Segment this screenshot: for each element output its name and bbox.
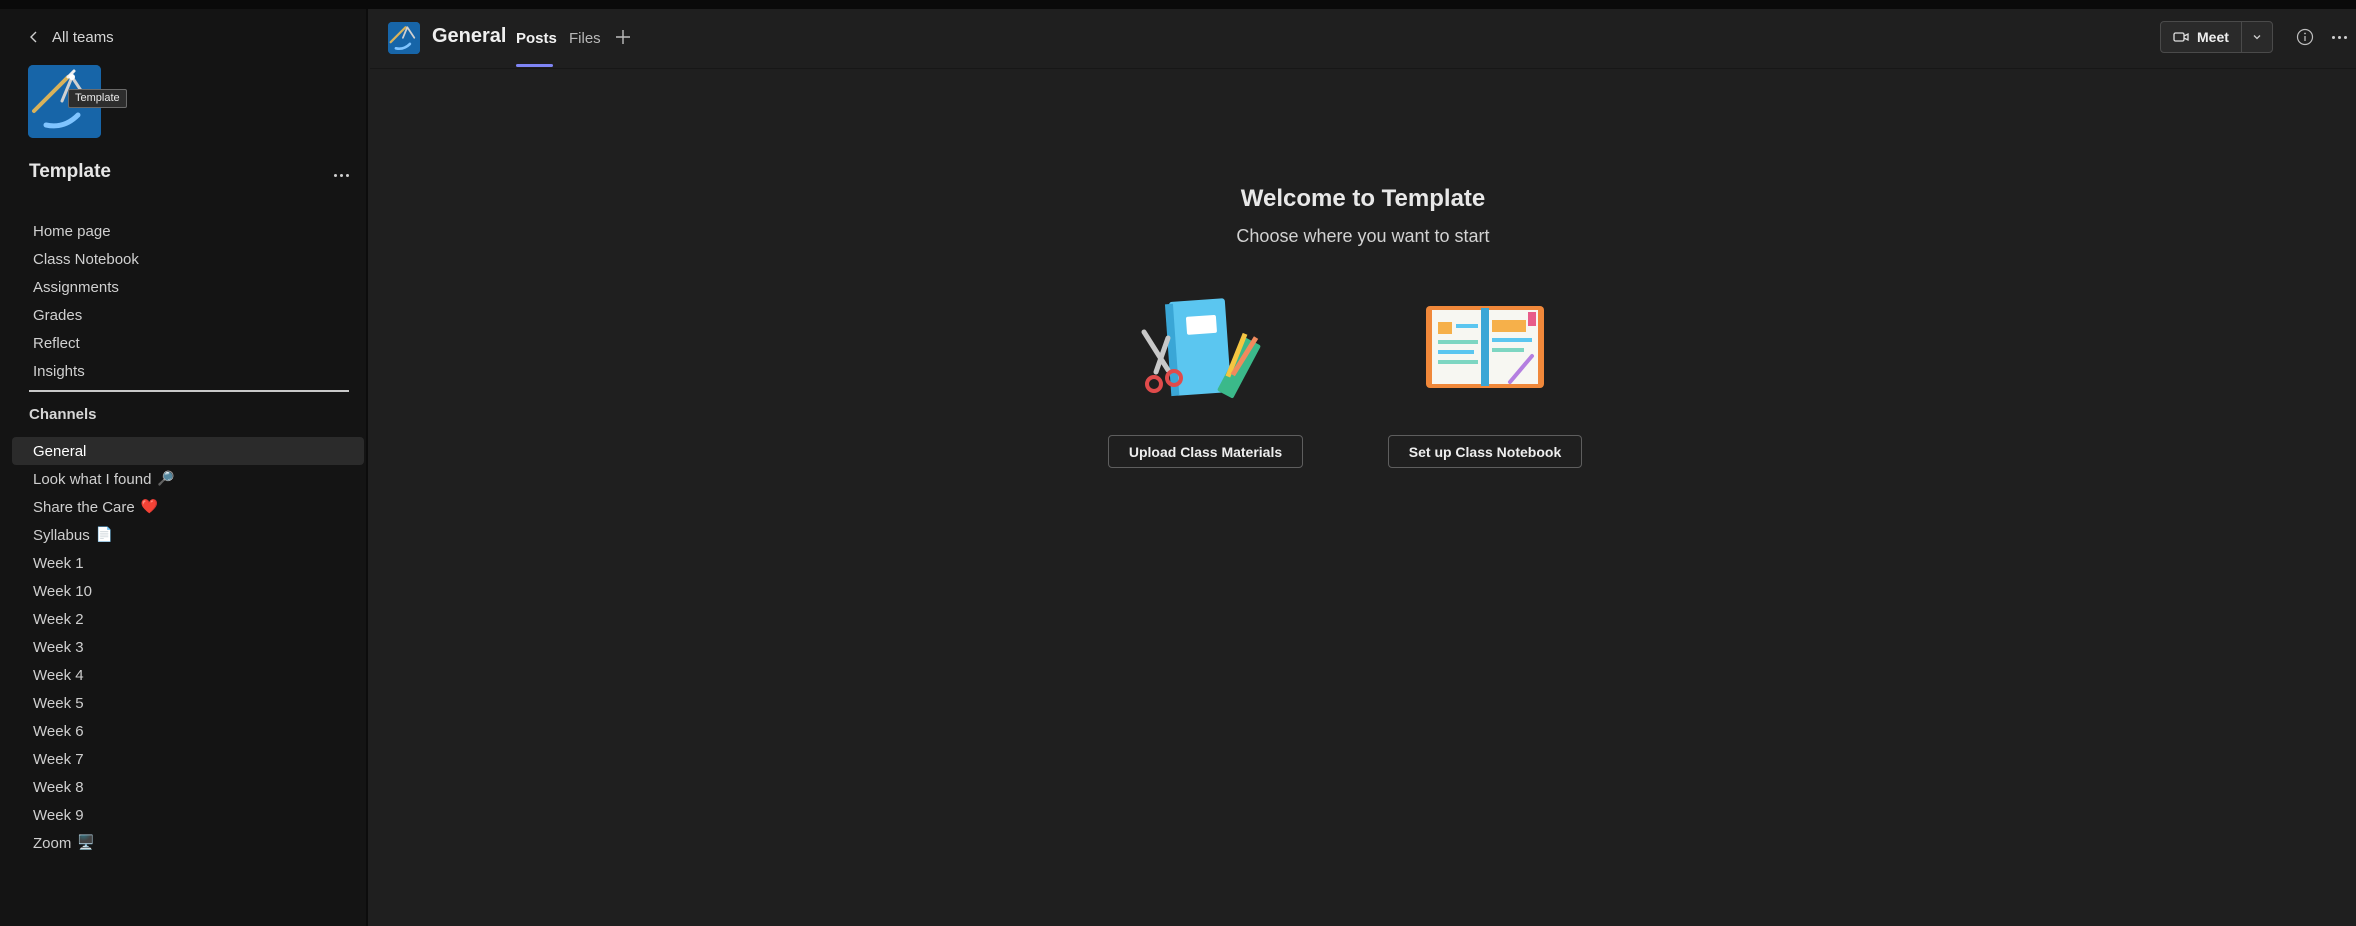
upload-class-materials-button[interactable]: Upload Class Materials: [1108, 435, 1303, 468]
meet-button[interactable]: Meet: [2161, 22, 2242, 52]
channel-item-share-the-care[interactable]: Share the Care ❤️: [12, 493, 364, 521]
channel-item-week-7[interactable]: Week 7: [12, 745, 364, 773]
channel-label: Week 9: [33, 806, 84, 824]
meet-button-group: Meet: [2160, 21, 2273, 53]
channel-item-week-1[interactable]: Week 1: [12, 549, 364, 577]
more-icon: [2331, 35, 2335, 39]
channel-label: Zoom: [33, 834, 72, 852]
setup-class-notebook-button[interactable]: Set up Class Notebook: [1388, 435, 1582, 468]
class-notebook-illustration: [1426, 306, 1544, 388]
team-name: Template: [29, 161, 112, 182]
channel-label: Week 7: [33, 750, 84, 768]
more-icon: [333, 173, 337, 177]
header-more-options-button[interactable]: [2328, 28, 2350, 46]
sidebar-divider: [29, 390, 349, 392]
heart-emoji-icon: ❤️: [140, 499, 159, 515]
channel-item-week-4[interactable]: Week 4: [12, 661, 364, 689]
channel-label: Week 10: [33, 582, 92, 600]
channel-item-week-5[interactable]: Week 5: [12, 689, 364, 717]
channel-item-week-10[interactable]: Week 10: [12, 577, 364, 605]
class-materials-illustration: [1141, 298, 1261, 399]
channel-label: Share the Care: [33, 498, 135, 516]
magnifier-emoji-icon: 🔎: [157, 471, 175, 487]
team-sidebar: All teams Template Template Home page Cl…: [0, 9, 368, 926]
nav-item-home-page[interactable]: Home page: [0, 217, 368, 245]
channel-label: Week 1: [33, 554, 84, 572]
chevron-down-icon: [2253, 35, 2261, 40]
nav-item-reflect[interactable]: Reflect: [0, 329, 368, 357]
channel-item-week-2[interactable]: Week 2: [12, 605, 364, 633]
channel-label: Week 3: [33, 638, 84, 656]
nav-item-class-notebook[interactable]: Class Notebook: [0, 245, 368, 273]
welcome-title: Welcome to Template: [1240, 185, 1486, 212]
meet-dropdown-button[interactable]: [2242, 22, 2272, 52]
chevron-left-icon: [30, 31, 37, 43]
channel-item-week-3[interactable]: Week 3: [12, 633, 364, 661]
meet-label: Meet: [2197, 29, 2229, 45]
active-tab-indicator: [516, 64, 553, 67]
channel-item-syllabus[interactable]: Syllabus 📄: [12, 521, 364, 549]
channel-list: General Look what I found 🔎 Share the Ca…: [12, 437, 364, 857]
channel-title: General: [432, 25, 507, 47]
channel-item-look-what-i-found[interactable]: Look what I found 🔎: [12, 465, 364, 493]
welcome-subtitle: Choose where you want to start: [1236, 226, 1490, 246]
channels-heading: Channels: [29, 406, 97, 423]
channel-label: Week 2: [33, 610, 84, 628]
channel-label: Week 6: [33, 722, 84, 740]
channel-header: General Posts Files Meet: [370, 9, 2356, 69]
compass-ruler-icon: [388, 22, 420, 54]
nav-item-insights[interactable]: Insights: [0, 357, 368, 385]
channel-item-week-6[interactable]: Week 6: [12, 717, 364, 745]
channel-item-week-8[interactable]: Week 8: [12, 773, 364, 801]
channel-label: Week 5: [33, 694, 84, 712]
tab-posts[interactable]: Posts: [516, 30, 557, 47]
document-emoji-icon: 📄: [95, 527, 114, 543]
channel-avatar: [388, 22, 420, 54]
window-top-strip: [0, 0, 2356, 9]
add-tab-icon[interactable]: [613, 27, 633, 47]
channel-label: Week 8: [33, 778, 84, 796]
channel-item-week-9[interactable]: Week 9: [12, 801, 364, 829]
all-teams-link[interactable]: All teams: [28, 25, 114, 49]
team-more-options-button[interactable]: [330, 167, 352, 183]
channel-label: General: [33, 442, 87, 460]
monitor-emoji-icon: 🖥️: [77, 835, 95, 851]
all-teams-label: All teams: [52, 28, 114, 46]
team-nav-list: Home page Class Notebook Assignments Gra…: [0, 217, 368, 385]
channel-label: Syllabus: [33, 526, 90, 544]
channel-label: Week 4: [33, 666, 84, 684]
channel-item-zoom[interactable]: Zoom 🖥️: [12, 829, 364, 857]
channel-item-general[interactable]: General: [12, 437, 364, 465]
channel-label: Look what I found: [33, 470, 152, 488]
video-camera-icon: [2173, 32, 2189, 42]
team-tooltip: Template: [68, 89, 127, 108]
nav-item-grades[interactable]: Grades: [0, 301, 368, 329]
nav-item-assignments[interactable]: Assignments: [0, 273, 368, 301]
info-icon[interactable]: [2296, 28, 2314, 46]
tab-files[interactable]: Files: [569, 30, 601, 47]
